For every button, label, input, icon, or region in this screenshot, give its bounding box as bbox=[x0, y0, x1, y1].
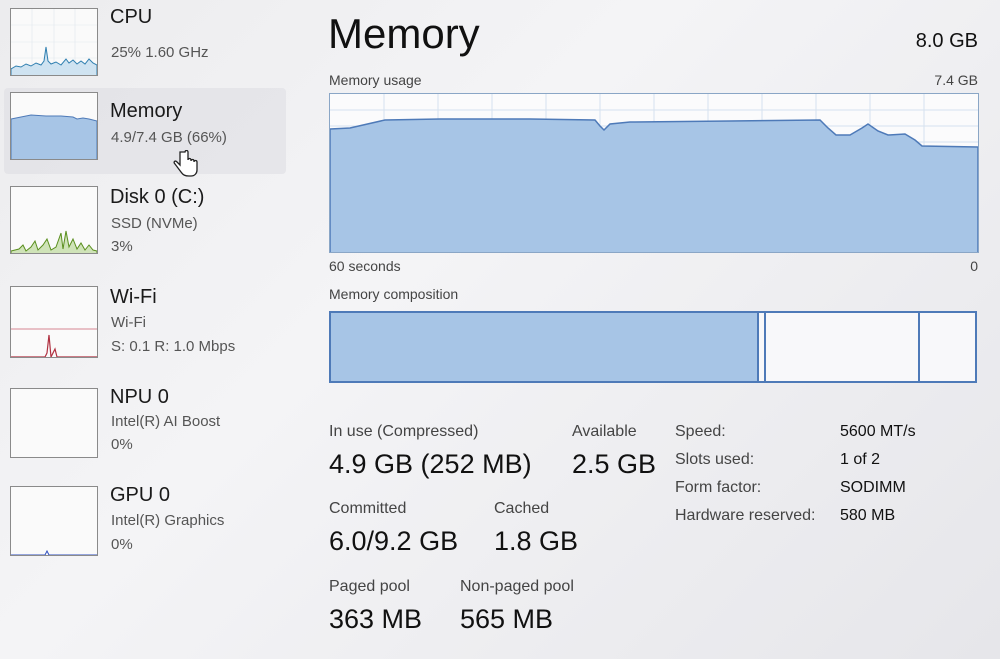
composition-standby[interactable] bbox=[766, 313, 920, 381]
sidebar-item-label: Wi-Fi bbox=[110, 286, 157, 308]
sidebar-item-label: GPU 0 bbox=[110, 484, 171, 506]
memory-usage-max: 7.4 GB bbox=[934, 72, 978, 88]
hand-pointer-icon bbox=[173, 150, 198, 177]
gpu-usage-text: 0% bbox=[111, 536, 133, 553]
form-factor-label: Form factor: bbox=[675, 479, 762, 496]
in-use-value: 4.9 GB (252 MB) bbox=[329, 449, 532, 479]
memory-usage-graph bbox=[329, 93, 979, 253]
sidebar-item-label: NPU 0 bbox=[110, 386, 169, 408]
memory-thumbnail-graph bbox=[10, 92, 98, 160]
sidebar-item-disk[interactable]: Disk 0 (C:) SSD (NVMe) 3% bbox=[4, 182, 286, 268]
sidebar-item-label: CPU bbox=[110, 6, 153, 28]
wifi-thumbnail-graph bbox=[10, 286, 98, 358]
sidebar-item-npu[interactable]: NPU 0 Intel(R) AI Boost 0% bbox=[4, 382, 286, 468]
available-value: 2.5 GB bbox=[572, 449, 657, 479]
memory-usage-label: Memory usage bbox=[329, 72, 422, 88]
committed-label: Committed bbox=[329, 500, 407, 517]
cpu-usage-text: 25% 1.60 GHz bbox=[111, 44, 209, 61]
graph-time-start: 60 seconds bbox=[329, 258, 401, 274]
sidebar-item-cpu[interactable]: CPU 25% 1.60 GHz bbox=[4, 4, 286, 90]
non-paged-pool-label: Non-paged pool bbox=[460, 578, 574, 595]
sidebar-item-wifi[interactable]: Wi-Fi Wi-Fi S: 0.1 R: 1.0 Mbps bbox=[4, 282, 286, 368]
paged-pool-value: 363 MB bbox=[329, 604, 423, 634]
disk-usage-text: 3% bbox=[111, 238, 133, 255]
in-use-label: In use (Compressed) bbox=[329, 423, 479, 440]
hardware-reserved-value: 580 MB bbox=[840, 507, 896, 524]
npu-name-text: Intel(R) AI Boost bbox=[111, 413, 221, 430]
available-label: Available bbox=[572, 423, 637, 440]
form-factor-value: SODIMM bbox=[840, 479, 906, 496]
npu-thumbnail-graph bbox=[10, 388, 98, 458]
paged-pool-label: Paged pool bbox=[329, 578, 410, 595]
slots-used-value: 1 of 2 bbox=[840, 451, 881, 468]
slots-used-label: Slots used: bbox=[675, 451, 755, 468]
gpu-name-text: Intel(R) Graphics bbox=[111, 512, 225, 529]
committed-value: 6.0/9.2 GB bbox=[329, 526, 459, 556]
page-title: Memory bbox=[328, 10, 480, 57]
graph-time-end: 0 bbox=[970, 258, 978, 274]
wifi-adapter-text: Wi-Fi bbox=[111, 314, 146, 331]
sidebar-item-memory[interactable]: Memory 4.9/7.4 GB (66%) bbox=[4, 88, 286, 177]
npu-usage-text: 0% bbox=[111, 436, 133, 453]
cached-value: 1.8 GB bbox=[494, 526, 579, 556]
sidebar-item-label: Disk 0 (C:) bbox=[110, 186, 205, 208]
memory-usage-text: 4.9/7.4 GB (66%) bbox=[111, 129, 227, 146]
sidebar-item-gpu[interactable]: GPU 0 Intel(R) Graphics 0% bbox=[4, 480, 286, 566]
speed-value: 5600 MT/s bbox=[840, 423, 916, 440]
disk-thumbnail-graph bbox=[10, 186, 98, 254]
wifi-throughput-text: S: 0.1 R: 1.0 Mbps bbox=[111, 338, 236, 355]
memory-composition-label: Memory composition bbox=[329, 286, 459, 302]
composition-modified[interactable] bbox=[759, 313, 766, 381]
composition-in-use[interactable] bbox=[331, 313, 759, 381]
total-memory: 8.0 GB bbox=[915, 30, 978, 52]
disk-type-text: SSD (NVMe) bbox=[111, 215, 198, 232]
gpu-thumbnail-graph bbox=[10, 486, 98, 556]
speed-label: Speed: bbox=[675, 423, 726, 440]
non-paged-pool-value: 565 MB bbox=[460, 604, 554, 634]
sidebar-item-label: Memory bbox=[110, 100, 183, 122]
memory-composition-bar[interactable] bbox=[329, 311, 977, 383]
sidebar: CPU 25% 1.60 GHz Memory 4.9/7.4 GB (66%)… bbox=[0, 0, 290, 659]
cpu-thumbnail-graph bbox=[10, 8, 98, 76]
hardware-reserved-label: Hardware reserved: bbox=[675, 507, 816, 524]
cached-label: Cached bbox=[494, 500, 550, 517]
